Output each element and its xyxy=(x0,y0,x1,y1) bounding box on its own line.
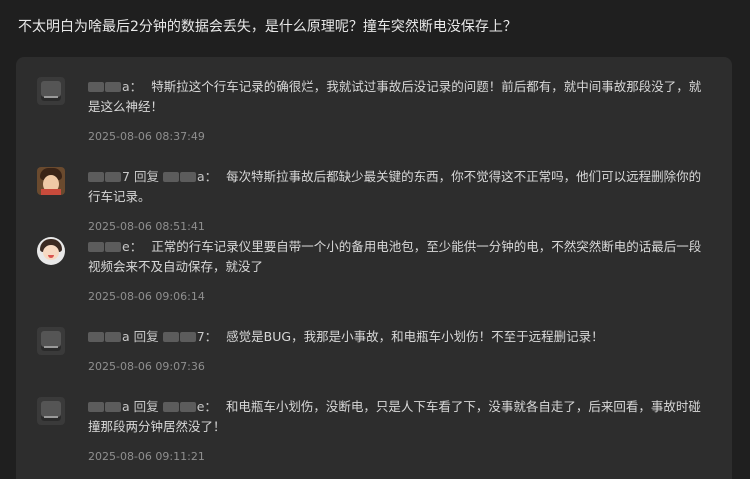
username-suffix: a xyxy=(122,399,130,414)
username-mask xyxy=(162,172,179,182)
question-title: 不太明白为啥最后2分钟的数据会丢失，是什么原理呢？撞车突然断电没保存上？ xyxy=(18,19,517,35)
username-suffix: a xyxy=(122,329,130,344)
reply-label: 回复 xyxy=(133,329,159,344)
logo-avatar[interactable] xyxy=(37,397,65,425)
logo-avatar-bar xyxy=(44,416,58,418)
avatar-shirt xyxy=(41,189,61,195)
reply-label: 回复 xyxy=(133,399,159,414)
colon-separator: ： xyxy=(204,399,217,414)
comment-text: 感觉是BUG，我那是小事故，和电瓶车小划伤！不至于远程删记录！ xyxy=(226,329,604,344)
colon-separator: ： xyxy=(204,169,218,184)
username-mask xyxy=(162,332,179,342)
logo-avatar[interactable] xyxy=(37,327,65,355)
logo-avatar-shape xyxy=(41,81,61,101)
comment-username[interactable]: a xyxy=(88,397,130,417)
reply-target-username[interactable]: a xyxy=(162,167,205,187)
reply-target-suffix: 7 xyxy=(196,329,205,344)
reply-target-username[interactable]: e xyxy=(162,397,204,417)
comment-text: 正常的行车记录仪里要自带一个小的备用电池包，至少能供一分钟的电，不然突然断电的话… xyxy=(88,239,702,274)
comment-text: 特斯拉这个行车记录的确很烂，我就试过事故后没记录的问题！前后都有，就中间事故那段… xyxy=(88,79,702,114)
child-photo-avatar[interactable] xyxy=(37,167,65,195)
colon-separator: ： xyxy=(129,239,143,254)
username-mask xyxy=(88,172,104,182)
username-mask xyxy=(88,242,104,252)
reply-target-username[interactable]: 7 xyxy=(162,327,205,347)
colon-separator: ： xyxy=(204,329,218,344)
comment-username[interactable]: a xyxy=(88,327,130,347)
username-mask xyxy=(88,82,104,92)
comment-username[interactable]: 7 xyxy=(88,167,130,187)
username-mask xyxy=(105,172,121,182)
username-suffix: a xyxy=(122,79,130,94)
page: 不太明白为啥最后2分钟的数据会丢失，是什么原理呢？撞车突然断电没保存上？ a：特… xyxy=(0,0,750,479)
comment-item: e： 正常的行车记录仪里要自带一个小的备用电池包，至少能供一分钟的电，不然突然断电… xyxy=(37,237,707,305)
reply-target-suffix: a xyxy=(196,169,205,184)
comment-username[interactable]: e xyxy=(88,237,130,257)
username-mask xyxy=(105,402,121,412)
reply-label: 回复 xyxy=(133,169,159,184)
username-suffix: e xyxy=(122,239,130,254)
comment-timestamp: 2025-08-06 09:07:36 xyxy=(88,360,205,373)
logo-avatar-bar xyxy=(44,346,58,348)
comment-body: a 回复 e： 和电瓶车小划伤，没断电，只是人下车看了下，没事就各自走了，后来回看，事… xyxy=(88,397,707,437)
logo-avatar-shape xyxy=(41,331,61,351)
logo-avatar-shape xyxy=(41,401,61,421)
comment-body: e： 正常的行车记录仪里要自带一个小的备用电池包，至少能供一分钟的电，不然突然断电… xyxy=(88,237,707,277)
logo-avatar-bar xyxy=(44,96,58,98)
comment-timestamp: 2025-08-06 09:11:21 xyxy=(88,450,205,463)
comment-username[interactable]: a xyxy=(88,77,130,97)
comment-body: a 回复 7： 感觉是BUG，我那是小事故，和电瓶车小划伤！不至于远程删记录！ xyxy=(88,327,707,347)
comment-timestamp: 2025-08-06 08:37:49 xyxy=(88,130,205,143)
comment-item: a： 特斯拉这个行车记录的确很烂，我就试过事故后没记录的问题！前后都有，就中间事故… xyxy=(37,77,707,145)
username-mask xyxy=(105,332,121,342)
username-mask xyxy=(179,172,196,182)
comment-timestamp: 2025-08-06 08:51:41 xyxy=(88,220,205,233)
comment-body: 7 回复 a： 每次特斯拉事故后都缺少最关键的东西，你不觉得这不正常吗，他们可以远程删… xyxy=(88,167,707,207)
comment-item: a 回复 e： 和电瓶车小划伤，没断电，只是人下车看了下，没事就各自走了，后来回看，事… xyxy=(37,397,707,465)
comment-timestamp: 2025-08-06 09:06:14 xyxy=(88,290,205,303)
colon-separator: ： xyxy=(129,79,143,94)
username-mask xyxy=(179,332,196,342)
comment-item: 7 回复 a： 每次特斯拉事故后都缺少最关键的东西，你不觉得这不正常吗，他们可以远程删… xyxy=(37,167,707,235)
comment-body: a： 特斯拉这个行车记录的确很烂，我就试过事故后没记录的问题！前后都有，就中间事故… xyxy=(88,77,707,117)
logo-avatar[interactable] xyxy=(37,77,65,105)
username-mask xyxy=(88,332,104,342)
comment-item: a 回复 7： 感觉是BUG，我那是小事故，和电瓶车小划伤！不至于远程删记录！ 202… xyxy=(37,327,707,375)
username-mask xyxy=(105,242,121,252)
username-mask xyxy=(105,82,121,92)
username-mask xyxy=(162,402,179,412)
username-mask xyxy=(179,402,196,412)
comments-panel: a： 特斯拉这个行车记录的确很烂，我就试过事故后没记录的问题！前后都有，就中间事故… xyxy=(16,57,732,479)
username-suffix: 7 xyxy=(122,169,130,184)
cartoon-avatar[interactable] xyxy=(37,237,65,265)
username-mask xyxy=(88,402,104,412)
